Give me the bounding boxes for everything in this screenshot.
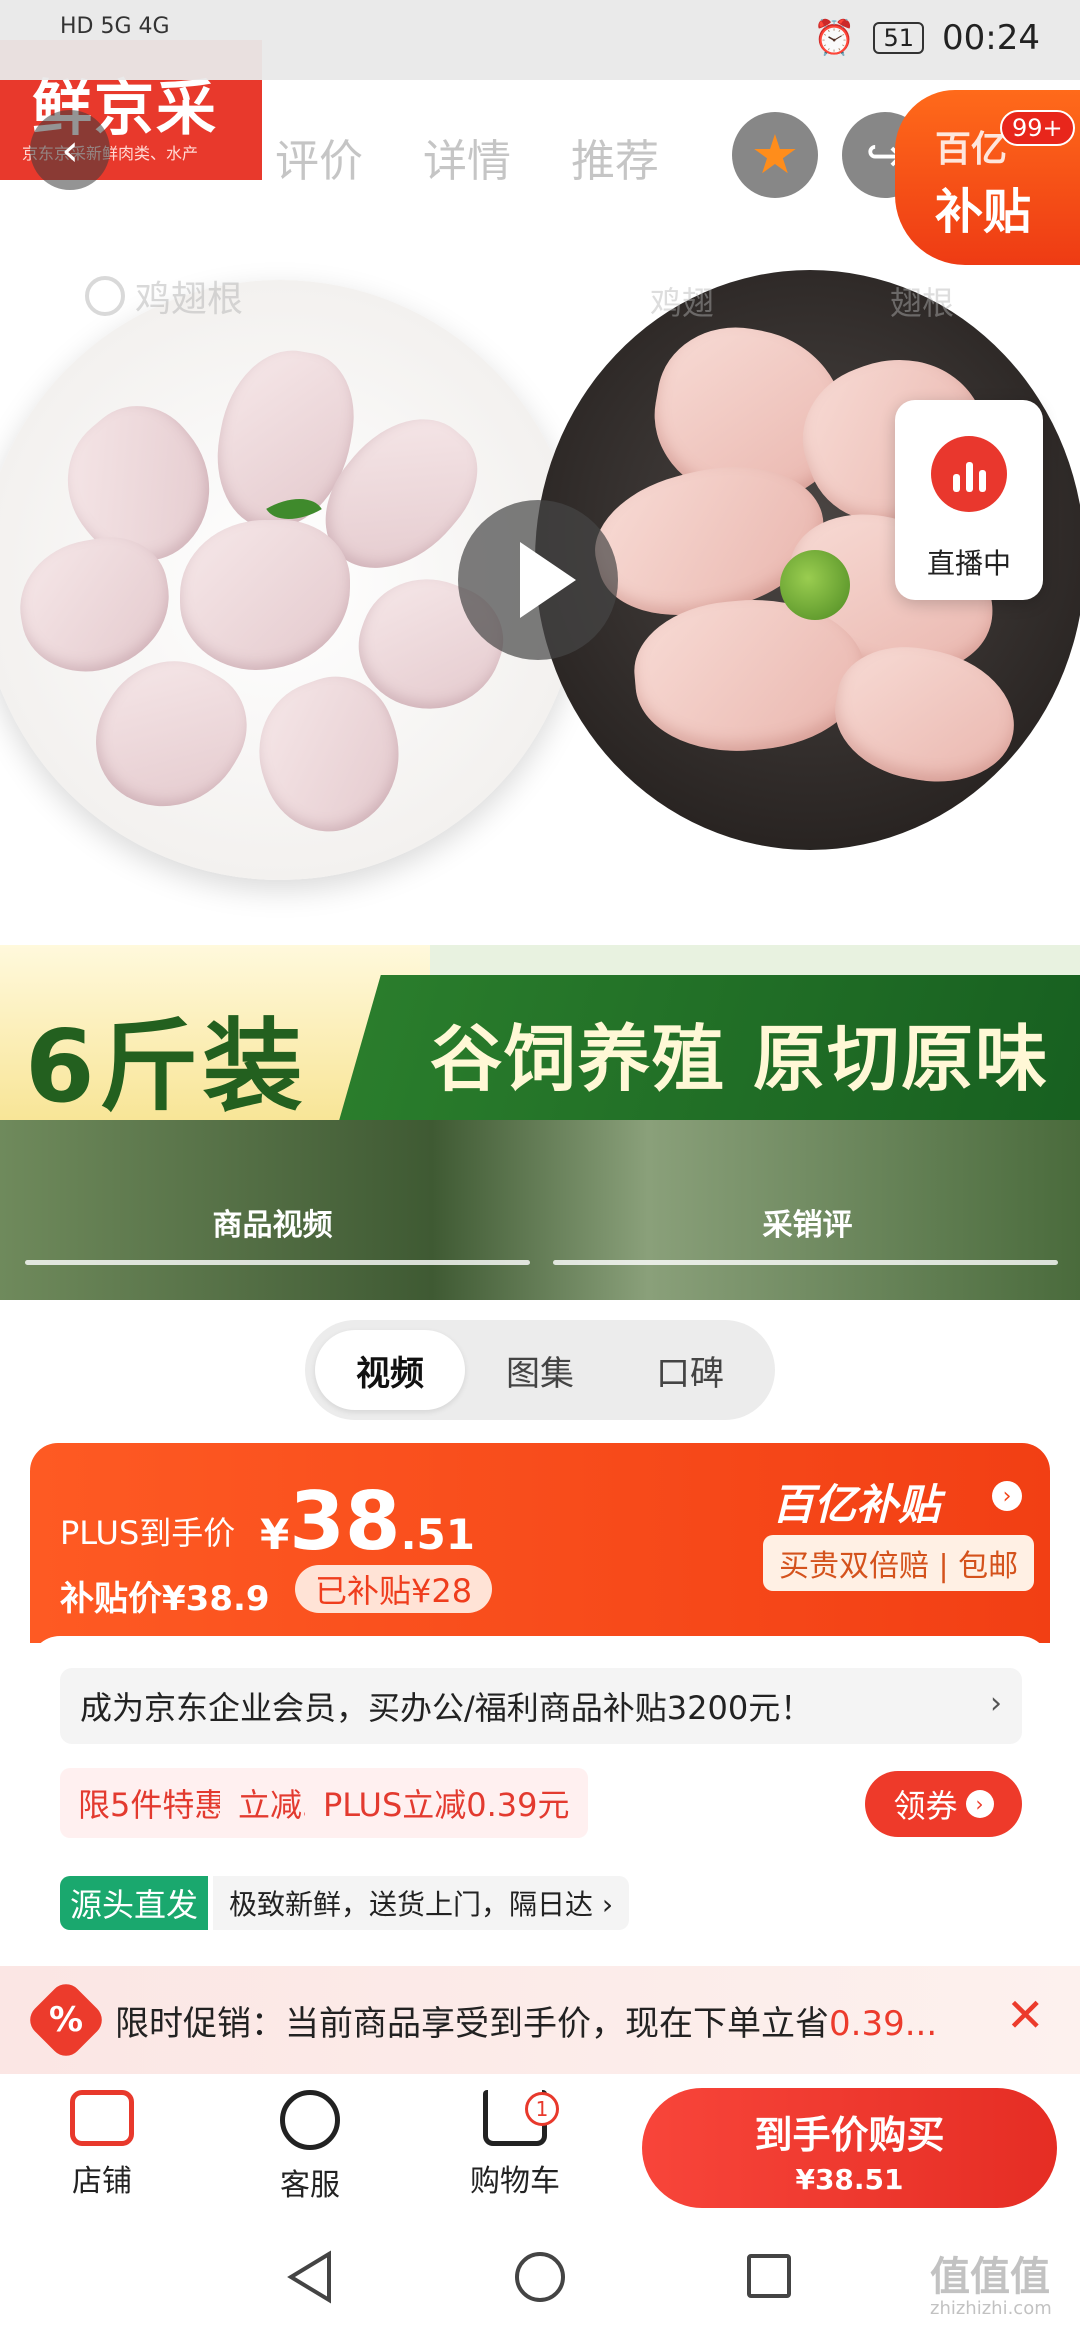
store-button[interactable]: 店铺 bbox=[32, 2090, 172, 2200]
signal-indicators: HD 5G 4G bbox=[60, 14, 170, 39]
back-button[interactable]: ‹ bbox=[30, 110, 110, 190]
play-video-button[interactable] bbox=[458, 500, 618, 660]
promo-tag: 限5件特惠 bbox=[60, 1768, 245, 1838]
subsidy-amount-badge: 已补贴¥28 bbox=[295, 1565, 493, 1613]
segment-reputation[interactable]: 口碑 bbox=[615, 1330, 765, 1410]
plus-price: ¥38.51 bbox=[260, 1475, 475, 1568]
chevron-right-icon: › bbox=[992, 1481, 1022, 1511]
live-stream-button[interactable]: 直播中 bbox=[895, 400, 1043, 600]
media-tab-strip: 商品视频 采销评 bbox=[0, 1120, 1080, 1300]
limited-promo-bar[interactable]: % 限时促销：当前商品享受到手价，现在下单立省0.39... ✕ bbox=[0, 1966, 1080, 2074]
store-icon bbox=[70, 2090, 134, 2146]
message-count-badge: 99+ bbox=[1000, 110, 1075, 146]
nav-home-icon[interactable] bbox=[515, 2252, 565, 2302]
faint-tag: 鸡翅 bbox=[650, 284, 715, 322]
nav-back-icon[interactable] bbox=[285, 2250, 335, 2304]
play-icon bbox=[520, 542, 576, 618]
cart-button[interactable]: 购物车 bbox=[445, 2090, 585, 2200]
bottom-action-bar: 店铺 客服 购物车 1 到手价购买 ¥38.51 bbox=[0, 2074, 1080, 2214]
billion-subsidy-link[interactable]: 百亿补贴 bbox=[772, 1471, 940, 1532]
guarantee-badge: 买贵双倍赔 | 包邮 bbox=[763, 1535, 1035, 1591]
source-direct-tag: 源头直发 bbox=[60, 1876, 209, 1930]
nav-recent-icon[interactable] bbox=[747, 2254, 791, 2298]
progress-line bbox=[553, 1260, 1058, 1265]
customer-service-button[interactable]: 客服 bbox=[240, 2090, 380, 2204]
alarm-icon: ⏰ bbox=[813, 18, 856, 58]
live-icon bbox=[931, 436, 1007, 512]
status-right: ⏰ 51 00:24 bbox=[813, 18, 1040, 58]
favorite-button[interactable]: ★ bbox=[732, 112, 818, 198]
subsidy-price: 补贴价¥38.9 bbox=[60, 1579, 270, 1619]
chevron-right-icon: › bbox=[965, 1790, 994, 1818]
tab-product-video[interactable]: 商品视频 bbox=[20, 1200, 525, 1244]
price-card: PLUS到手价 ¥38.51 补贴价¥38.9 已补贴¥28 百亿补贴 › 买贵… bbox=[30, 1443, 1050, 1643]
enterprise-member-row[interactable]: 成为京东企业会员，买办公/福利商品补贴3200元！ › bbox=[60, 1668, 1022, 1744]
product-banner: 6斤装 谷饲养殖 原切原味 bbox=[0, 945, 1080, 1120]
plus-price-label: PLUS到手价 bbox=[60, 1514, 236, 1552]
chevron-left-icon: ‹ bbox=[61, 124, 79, 176]
tab-reviews[interactable]: 评价 bbox=[275, 125, 363, 189]
watermark: 值值值 bbox=[930, 2254, 1050, 2300]
promo-tag: PLUS立减0.39元 bbox=[305, 1768, 588, 1838]
watermark-url: zhizhizhi.com bbox=[930, 2298, 1052, 2319]
discount-icon: % bbox=[23, 1977, 109, 2063]
media-segment-control: 视频 图集 口碑 bbox=[305, 1320, 775, 1420]
search-icon bbox=[85, 276, 125, 316]
battery-icon: 51 bbox=[873, 22, 925, 54]
status-bar: HD 5G 4G ⏰ 51 00:24 bbox=[0, 0, 1080, 80]
info-card: 成为京东企业会员，买办公/福利商品补贴3200元！ › 限5件特惠 立减30 P… bbox=[30, 1636, 1050, 1966]
segment-video[interactable]: 视频 bbox=[315, 1330, 465, 1410]
progress-line bbox=[25, 1260, 530, 1265]
product-hero[interactable]: 鸡翅根 鸡翅 翅根 鲜京采 京东京采新鲜肉类、水产 ‹ 评价 详情 推荐 ★ ↪… bbox=[0, 0, 1080, 945]
top-tab-bar: 评价 详情 推荐 bbox=[275, 125, 659, 189]
faint-tag: 翅根 bbox=[890, 284, 955, 322]
system-nav-bar: 值值值 zhizhizhi.com bbox=[0, 2214, 1080, 2340]
star-icon: ★ bbox=[750, 123, 800, 186]
clock: 00:24 bbox=[942, 18, 1040, 58]
chat-icon bbox=[280, 2090, 340, 2150]
banner-weight: 6斤装 bbox=[25, 1008, 307, 1120]
cart-count-badge: 1 bbox=[525, 2092, 559, 2126]
chevron-right-icon: › bbox=[990, 1686, 1002, 1721]
promo-text: 限时促销：当前商品享受到手价，现在下单立省0.39... bbox=[115, 2004, 938, 2044]
tab-details[interactable]: 详情 bbox=[423, 125, 511, 189]
live-label: 直播中 bbox=[926, 547, 1011, 580]
buy-now-button[interactable]: 到手价购买 ¥38.51 bbox=[642, 2088, 1057, 2208]
banner-slogan: 谷饲养殖 原切原味 bbox=[430, 1017, 1050, 1101]
get-coupon-button[interactable]: 领券 › bbox=[865, 1771, 1022, 1837]
segment-gallery[interactable]: 图集 bbox=[465, 1330, 615, 1410]
delivery-info-link[interactable]: 极致新鲜，送货上门，隔日达 › bbox=[213, 1876, 630, 1930]
close-icon[interactable]: ✕ bbox=[1006, 1988, 1045, 2042]
tab-recommend[interactable]: 推荐 bbox=[571, 125, 659, 189]
tab-buyer-review[interactable]: 采销评 bbox=[555, 1200, 1060, 1244]
faint-search-overlay: 鸡翅根 bbox=[85, 270, 243, 322]
